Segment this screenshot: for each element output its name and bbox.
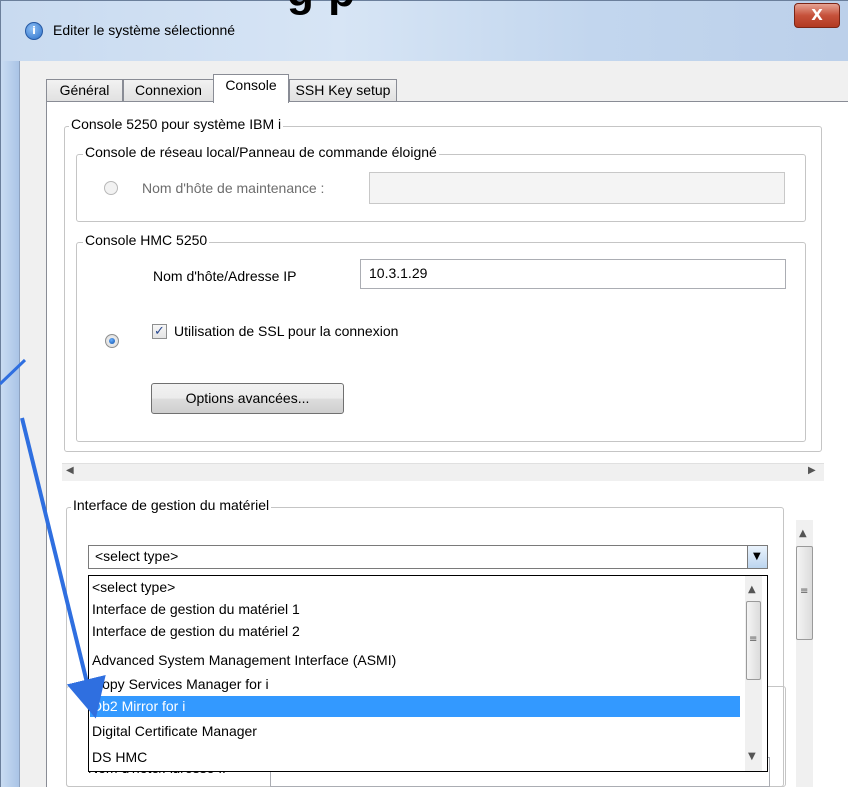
dropdown-scroll-up-icon[interactable]: ▲ bbox=[748, 584, 756, 595]
close-button[interactable]: X bbox=[794, 3, 840, 28]
hmc-host-label: Nom d'hôte/Adresse IP bbox=[153, 268, 297, 284]
background-window-strip bbox=[1, 61, 19, 787]
scroll-left-icon[interactable]: ◀ bbox=[66, 465, 74, 476]
cropped-heading-text: g p bbox=[287, 0, 356, 17]
type-dropdown-list[interactable]: <select type> Interface de gestion du ma… bbox=[88, 575, 768, 772]
dropdown-scroll-thumb[interactable]: ≡ bbox=[746, 601, 761, 680]
type-select[interactable]: <select type> ▼ bbox=[88, 545, 768, 569]
option-asmi[interactable]: Advanced System Management Interface (AS… bbox=[90, 650, 740, 671]
option-db2-mirror[interactable]: Db2 Mirror for i bbox=[90, 696, 740, 717]
type-select-dropdown-button[interactable]: ▼ bbox=[747, 546, 767, 568]
maintenance-host-radio[interactable] bbox=[104, 181, 118, 195]
option-digital-certificate-manager[interactable]: Digital Certificate Manager bbox=[90, 721, 740, 742]
option-copy-services-manager[interactable]: Copy Services Manager for i bbox=[90, 674, 740, 695]
horizontal-scrollbar[interactable]: ◀ ▶ bbox=[62, 463, 824, 481]
maintenance-host-label: Nom d'hôte de maintenance : bbox=[142, 180, 325, 196]
advanced-options-button[interactable]: Options avancées... bbox=[151, 383, 344, 414]
title-bar: g p i Editer le système sélectionné X bbox=[1, 0, 848, 61]
type-select-value: <select type> bbox=[95, 548, 179, 564]
tab-console[interactable]: Console bbox=[213, 74, 289, 103]
tab-connexion[interactable]: Connexion bbox=[123, 79, 214, 102]
maintenance-host-input[interactable] bbox=[369, 172, 785, 204]
console-5250-legend: Console 5250 pour système IBM i bbox=[69, 116, 284, 132]
hardware-interface-legend: Interface de gestion du matériel bbox=[71, 497, 272, 513]
option-ds-hmc[interactable]: DS HMC bbox=[90, 747, 740, 768]
lan-console-legend: Console de réseau local/Panneau de comma… bbox=[83, 144, 439, 160]
ssl-checkbox[interactable]: ✓ bbox=[152, 324, 167, 339]
hmc-console-legend: Console HMC 5250 bbox=[83, 232, 210, 248]
grip-icon: ≡ bbox=[800, 586, 809, 597]
panel-vertical-scrollbar[interactable]: ▲ ≡ bbox=[796, 520, 813, 787]
dropdown-scrollbar[interactable]: ▲ ≡ ▼ bbox=[745, 576, 762, 771]
hmc-console-radio[interactable] bbox=[105, 334, 119, 348]
dropdown-scroll-down-icon[interactable]: ▼ bbox=[748, 751, 756, 762]
hmc-host-input[interactable]: 10.3.1.29 bbox=[360, 259, 786, 289]
scroll-up-icon[interactable]: ▲ bbox=[799, 528, 807, 539]
window-title: Editer le système sélectionné bbox=[53, 22, 236, 38]
option-hmi-2[interactable]: Interface de gestion du matériel 2 bbox=[90, 621, 740, 642]
option-hmi-1[interactable]: Interface de gestion du matériel 1 bbox=[90, 599, 740, 620]
info-icon: i bbox=[25, 22, 43, 40]
dropdown-grip-icon: ≡ bbox=[749, 634, 758, 645]
tab-ssh-key-setup[interactable]: SSH Key setup bbox=[289, 79, 397, 102]
tab-general[interactable]: Général bbox=[46, 79, 123, 102]
ssl-label: Utilisation de SSL pour la connexion bbox=[174, 323, 399, 339]
chevron-down-icon: ▼ bbox=[753, 551, 761, 562]
option-select-type[interactable]: <select type> bbox=[90, 577, 740, 598]
scroll-right-icon[interactable]: ▶ bbox=[808, 465, 816, 476]
scroll-thumb[interactable]: ≡ bbox=[796, 546, 813, 640]
